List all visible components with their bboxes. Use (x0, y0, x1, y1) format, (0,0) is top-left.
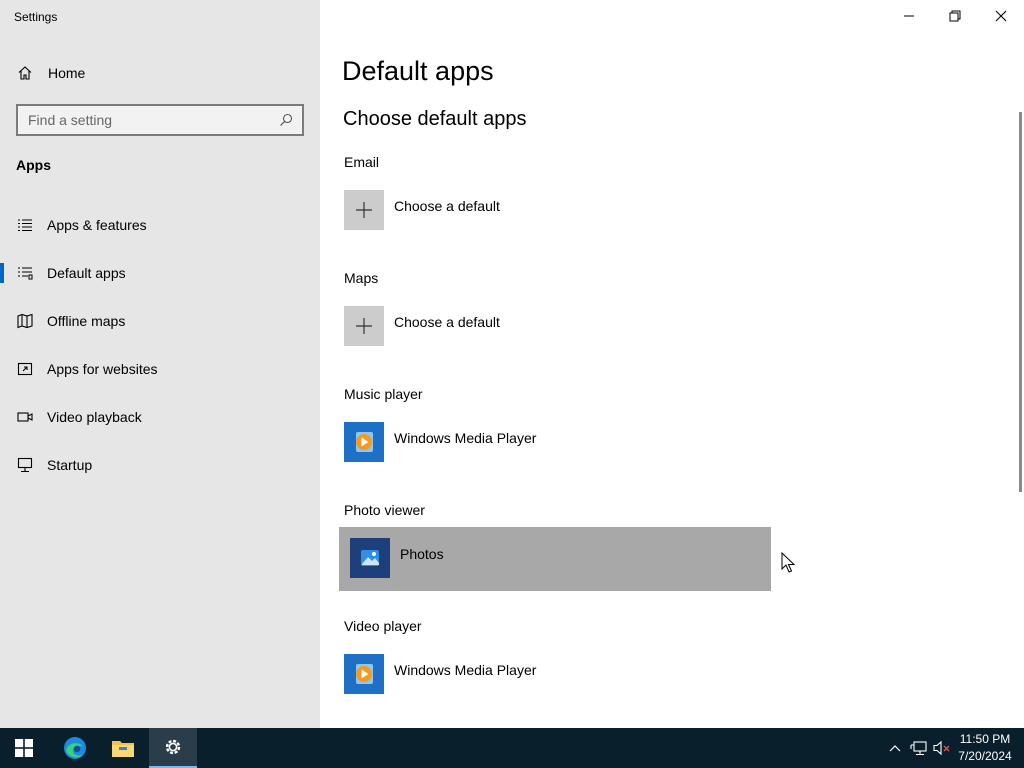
chevron-up-icon (889, 745, 901, 752)
category-label-music-player: Music player (344, 386, 423, 402)
startup-icon (16, 456, 34, 474)
start-button[interactable] (0, 728, 48, 768)
plus-icon (344, 306, 384, 346)
default-app-video-player[interactable]: Windows Media Player (344, 654, 536, 696)
file-explorer-icon (112, 741, 134, 757)
sidebar-item-label: Apps & features (47, 217, 147, 233)
sidebar-item-label: Default apps (47, 265, 126, 281)
search-icon[interactable] (278, 112, 294, 128)
minimize-button[interactable] (886, 0, 932, 32)
window-title: Settings (14, 10, 58, 24)
sidebar-item-startup[interactable]: Startup (0, 445, 320, 485)
close-button[interactable] (978, 0, 1024, 32)
network-button[interactable] (908, 728, 930, 768)
plus-icon (344, 190, 384, 230)
category-label-maps: Maps (344, 270, 379, 286)
map-icon (16, 312, 34, 330)
scrollbar[interactable] (1019, 112, 1022, 492)
sidebar: Settings Home Apps Apps & features Defau… (0, 0, 320, 728)
sidebar-item-apps-for-websites[interactable]: Apps for websites (0, 349, 320, 389)
app-name: Photos (400, 546, 444, 562)
list-icon (16, 216, 34, 234)
close-icon (995, 10, 1007, 22)
app-name: Windows Media Player (394, 430, 537, 446)
category-label-video-player: Video player (344, 618, 422, 634)
settings-icon (165, 739, 181, 755)
sidebar-item-default-apps[interactable]: Default apps (0, 253, 320, 293)
main-content: Default apps Choose default apps Email C… (320, 0, 1024, 728)
photos-icon (350, 538, 390, 578)
start-icon (15, 739, 33, 757)
restore-icon (949, 10, 961, 22)
default-app-maps[interactable]: Choose a default (344, 306, 500, 348)
volume-muted-icon (933, 740, 950, 756)
home-label: Home (48, 65, 86, 81)
taskbar: 11:50 PM 7/20/2024 (0, 728, 1024, 768)
taskbar-file-explorer[interactable] (99, 728, 147, 768)
restore-button[interactable] (932, 0, 978, 32)
home-nav-item[interactable]: Home (16, 62, 85, 84)
default-app-email[interactable]: Choose a default (344, 190, 500, 232)
page-title: Default apps (342, 56, 494, 86)
sidebar-item-apps-features[interactable]: Apps & features (0, 205, 320, 245)
app-name: Choose a default (394, 314, 500, 330)
clock-time: 11:50 PM (959, 732, 1011, 746)
taskbar-settings[interactable] (149, 728, 197, 768)
search-input[interactable] (28, 112, 278, 128)
windows-media-player-icon (344, 422, 384, 462)
sidebar-item-label: Apps for websites (47, 361, 158, 377)
category-label-email: Email (344, 154, 380, 170)
minimize-icon (904, 15, 914, 17)
open-link-icon (16, 360, 34, 378)
default-app-music-player[interactable]: Windows Media Player (344, 422, 536, 464)
home-icon (16, 64, 34, 82)
video-icon (16, 408, 34, 426)
network-icon (910, 741, 927, 756)
taskbar-edge[interactable] (51, 728, 99, 768)
app-name: Choose a default (394, 198, 500, 214)
show-hidden-icons-button[interactable] (885, 728, 905, 768)
windows-media-player-icon (344, 654, 384, 694)
default-app-photo-viewer[interactable]: Photos (350, 538, 444, 580)
sidebar-item-offline-maps[interactable]: Offline maps (0, 301, 320, 341)
clock-date: 7/20/2024 (958, 749, 1012, 763)
mouse-cursor-icon (781, 552, 795, 573)
section-subtitle: Choose default apps (343, 108, 527, 130)
search-box[interactable] (16, 104, 304, 136)
sidebar-item-label: Offline maps (47, 313, 126, 329)
app-name: Windows Media Player (394, 662, 537, 678)
sidebar-item-label: Startup (47, 457, 93, 473)
category-label-photo-viewer: Photo viewer (344, 502, 425, 518)
default-apps-icon (16, 264, 34, 282)
sidebar-item-video-playback[interactable]: Video playback (0, 397, 320, 437)
section-title: Apps (16, 157, 51, 173)
clock[interactable]: 11:50 PM 7/20/2024 (950, 731, 1020, 765)
edge-icon (64, 737, 86, 759)
sidebar-item-label: Video playback (47, 409, 142, 425)
